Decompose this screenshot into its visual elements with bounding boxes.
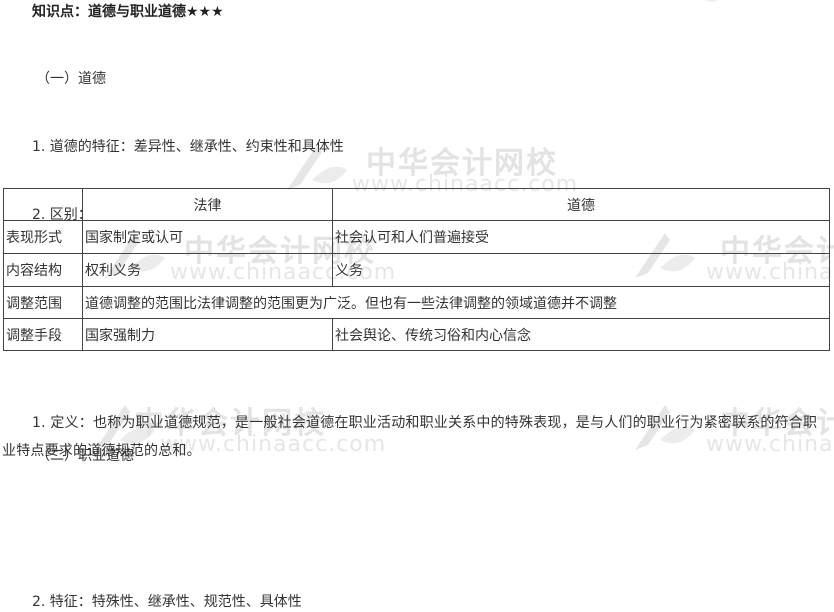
table-row: 内容结构 权利义务 义务: [3, 253, 830, 287]
law-cell: 国家强制力: [82, 318, 333, 351]
row-label: 调整范围: [3, 286, 83, 319]
merged-cell: 道德调整的范围比法律调整的范围更为广泛。但也有一些法律调整的领域道德并不调整: [82, 286, 830, 319]
section1-point1: 1. 道德的特征：差异性、继承性、约束性和具体性: [32, 139, 344, 155]
comparison-table: 法律 道德 表现形式 国家制定或认可 社会认可和人们普遍接受 内容结构 权利义务…: [3, 188, 830, 351]
section1-heading: （一）道德: [36, 71, 106, 87]
table-header-cell: [3, 188, 83, 221]
morality-cell: 社会认可和人们普遍接受: [332, 220, 830, 254]
section2-point1: 1. 定义：也称为职业道德规范，是一般社会道德在职业活动和职业关系中的特殊表现，…: [2, 415, 818, 459]
table-header-cell: 法律: [82, 188, 333, 221]
law-cell: 权利义务: [82, 253, 333, 287]
row-label: 调整手段: [3, 318, 83, 351]
table-header-cell: 道德: [332, 188, 830, 221]
law-cell: 国家制定或认可: [82, 220, 333, 254]
morality-cell: 社会舆论、传统习俗和内心信念: [332, 318, 830, 351]
table-row: 表现形式 国家制定或认可 社会认可和人们普遍接受: [3, 220, 830, 254]
table-header-row: 法律 道德: [3, 188, 830, 221]
page-title: 知识点：道德与职业道德★★★: [32, 4, 224, 20]
morality-cell: 义务: [332, 253, 830, 287]
table-row: 调整范围 道德调整的范围比法律调整的范围更为广泛。但也有一些法律调整的领域道德并…: [3, 286, 830, 319]
table-row: 调整手段 国家强制力 社会舆论、传统习俗和内心信念: [3, 318, 830, 351]
row-label: 内容结构: [3, 253, 83, 287]
section2-point2: 2. 特征：特殊性、继承性、规范性、具体性: [32, 594, 302, 610]
row-label: 表现形式: [3, 220, 83, 254]
